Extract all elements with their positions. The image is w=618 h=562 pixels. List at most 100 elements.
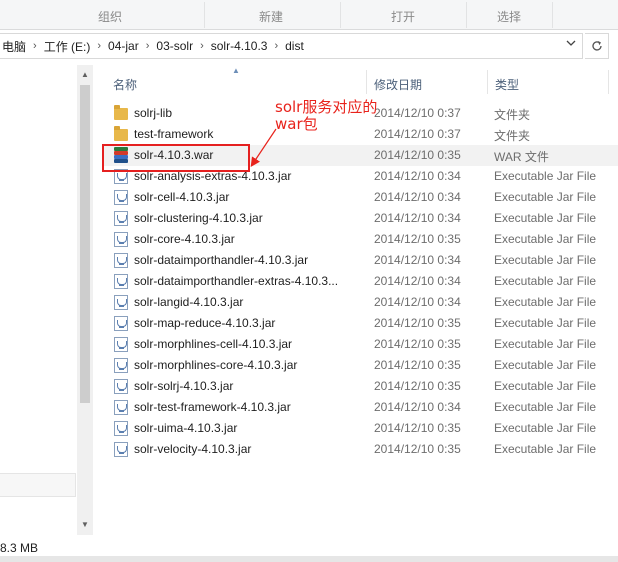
column-header-name[interactable]: 名称	[104, 72, 366, 94]
file-modified-date: 2014/12/10 0:34	[374, 295, 461, 309]
file-modified-date: 2014/12/10 0:35	[374, 358, 461, 372]
file-modified-date: 2014/12/10 0:35	[374, 337, 461, 351]
navigation-pane[interactable]	[0, 65, 77, 535]
breadcrumb-item-04-jar[interactable]: 04-jar	[105, 39, 142, 53]
file-type: Executable Jar File	[494, 316, 597, 330]
file-row[interactable]: solr-langid-4.10.3.jar 2014/12/10 0:34 Exe…	[104, 292, 618, 313]
file-modified-date: 2014/12/10 0:35	[374, 316, 461, 330]
column-header-type-label: 类型	[495, 78, 520, 92]
file-modified-date: 2014/12/10 0:35	[374, 232, 461, 246]
ribbon-group-labels: 组织 新建 打开 选择	[0, 0, 618, 30]
file-name: solr-uima-4.10.3.jar	[134, 421, 238, 435]
refresh-icon	[591, 41, 602, 51]
jar-file-icon	[114, 400, 130, 415]
scroll-down-arrow-icon[interactable]: ▼	[77, 517, 93, 533]
file-name: solr-cell-4.10.3.jar	[134, 190, 230, 204]
file-modified-date: 2014/12/10 0:37	[374, 127, 461, 141]
file-name: solr-test-framework-4.10.3.jar	[134, 400, 291, 414]
file-name: solr-velocity-4.10.3.jar	[134, 442, 252, 456]
file-row[interactable]: solr-morphlines-cell-4.10.3.jar 2014/12/1…	[104, 334, 618, 355]
breadcrumb-item-computer[interactable]: 电脑	[0, 38, 29, 55]
breadcrumb-separator[interactable]: ›	[93, 40, 105, 52]
file-type: 文件夹	[494, 108, 531, 122]
jar-file-icon	[114, 190, 130, 205]
annotation-highlight-box	[102, 144, 250, 172]
jar-file-icon	[114, 274, 130, 289]
jar-file-icon	[114, 316, 130, 331]
file-row[interactable]: solr-dataimporthandler-4.10.3.jar 2014/12…	[104, 250, 618, 271]
jar-file-icon	[114, 337, 130, 352]
navigation-scrollbar[interactable]: ▲ ▼	[77, 65, 93, 535]
file-name: solr-dataimporthandler-extras-4.10.3...	[134, 274, 339, 288]
column-header-type[interactable]: 类型	[488, 72, 608, 94]
file-row[interactable]: solr-test-framework-4.10.3.jar 2014/12/10…	[104, 397, 618, 418]
scroll-up-arrow-icon[interactable]: ▲	[77, 67, 93, 83]
column-header-name-label: 名称	[113, 78, 138, 92]
breadcrumb-item-solr-4-10-3[interactable]: solr-4.10.3	[208, 39, 271, 53]
file-modified-date: 2014/12/10 0:35	[374, 442, 461, 456]
ribbon-group-select: 选择	[496, 10, 521, 24]
file-modified-date: 2014/12/10 0:34	[374, 211, 461, 225]
column-divider[interactable]	[608, 70, 609, 94]
file-row[interactable]: solr-solrj-4.10.3.jar 2014/12/10 0:35 Exec…	[104, 376, 618, 397]
ribbon-group-organize: 组织	[97, 10, 122, 24]
file-name: solr-morphlines-core-4.10.3.jar	[134, 358, 298, 372]
jar-file-icon	[114, 442, 130, 457]
file-type: Executable Jar File	[494, 190, 597, 204]
file-row[interactable]: solr-cell-4.10.3.jar 2014/12/10 0:34 Execu…	[104, 187, 618, 208]
file-modified-date: 2014/12/10 0:37	[374, 106, 461, 120]
file-type: Executable Jar File	[494, 274, 597, 288]
chevron-down-icon[interactable]	[564, 38, 578, 54]
breadcrumb-separator[interactable]: ›	[142, 40, 154, 52]
breadcrumb-separator[interactable]: ›	[196, 40, 208, 52]
file-type: Executable Jar File	[494, 232, 597, 246]
breadcrumb-separator[interactable]: ›	[29, 40, 41, 52]
file-row[interactable]: solr-core-4.10.3.jar 2014/12/10 0:35 Execu…	[104, 229, 618, 250]
jar-file-icon	[114, 379, 130, 394]
file-modified-date: 2014/12/10 0:35	[374, 379, 461, 393]
file-row[interactable]: solr-morphlines-core-4.10.3.jar 2014/12/1…	[104, 355, 618, 376]
jar-file-icon	[114, 295, 130, 310]
breadcrumb-item-dist[interactable]: dist	[282, 39, 307, 53]
breadcrumb-item-03-solr[interactable]: 03-solr	[153, 39, 196, 53]
file-type: Executable Jar File	[494, 253, 597, 267]
file-type: 文件夹	[494, 129, 531, 143]
file-name: solr-map-reduce-4.10.3.jar	[134, 316, 276, 330]
address-bar[interactable]: 电脑 › 工作 (E:) › 04-jar › 03-solr › solr-4…	[0, 33, 583, 59]
jar-file-icon	[114, 211, 130, 226]
file-type: Executable Jar File	[494, 442, 597, 456]
ribbon-divider	[552, 2, 553, 28]
file-modified-date: 2014/12/10 0:34	[374, 274, 461, 288]
breadcrumb-separator[interactable]: ›	[270, 40, 282, 52]
file-modified-date: 2014/12/10 0:35	[374, 421, 461, 435]
file-modified-date: 2014/12/10 0:35	[374, 148, 461, 162]
breadcrumb: 电脑 › 工作 (E:) › 04-jar › 03-solr › solr-4…	[0, 34, 307, 58]
status-selection-size: 8.3 MB	[0, 541, 39, 555]
jar-file-icon	[114, 358, 130, 373]
navigation-selected-item[interactable]	[0, 473, 76, 497]
file-type: Executable Jar File	[494, 169, 597, 183]
breadcrumb-item-drive[interactable]: 工作 (E:)	[41, 38, 94, 55]
refresh-button[interactable]	[585, 33, 609, 59]
file-row[interactable]: solr-velocity-4.10.3.jar 2014/12/10 0:35 E…	[104, 439, 618, 460]
folder-icon	[114, 105, 130, 121]
file-type: Executable Jar File	[494, 295, 597, 309]
file-type: WAR 文件	[494, 150, 549, 164]
file-type: Executable Jar File	[494, 337, 597, 351]
file-name: solr-solrj-4.10.3.jar	[134, 379, 234, 393]
jar-file-icon	[114, 253, 130, 268]
folder-icon	[114, 126, 130, 142]
ribbon-group-new: 新建	[258, 10, 283, 24]
file-row[interactable]: solr-map-reduce-4.10.3.jar 2014/12/10 0:3…	[104, 313, 618, 334]
file-row[interactable]: solr-uima-4.10.3.jar 2014/12/10 0:35 Execu…	[104, 418, 618, 439]
file-row[interactable]: solr-dataimporthandler-extras-4.10.3... 2…	[104, 271, 618, 292]
file-name: solr-langid-4.10.3.jar	[134, 295, 244, 309]
file-row[interactable]: solr-clustering-4.10.3.jar 2014/12/10 0:3…	[104, 208, 618, 229]
file-modified-date: 2014/12/10 0:34	[374, 169, 461, 183]
file-type: Executable Jar File	[494, 358, 597, 372]
jar-file-icon	[114, 232, 130, 247]
file-type: Executable Jar File	[494, 211, 597, 225]
scrollbar-thumb[interactable]	[80, 85, 90, 403]
column-header-modified[interactable]: 修改日期	[367, 72, 487, 94]
file-modified-date: 2014/12/10 0:34	[374, 400, 461, 414]
